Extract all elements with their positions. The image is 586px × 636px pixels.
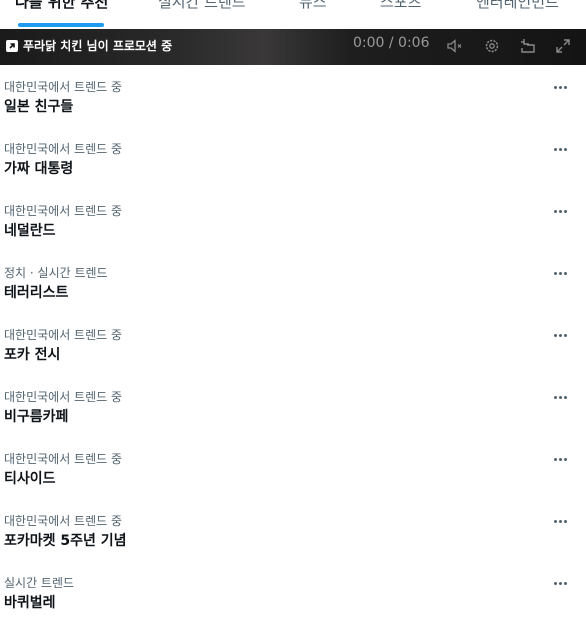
trend-name: 가짜 대통령: [4, 161, 74, 177]
trend-item[interactable]: 대한민국에서 트렌드 중 네덜란드: [0, 202, 586, 264]
trend-item[interactable]: 대한민국에서 트렌드 중 포카 전시: [0, 326, 586, 388]
trend-context: 대한민국에서 트렌드 중: [4, 390, 123, 404]
tab-for-you[interactable]: 나를 위한 추천: [15, 0, 108, 12]
trend-item[interactable]: 대한민국에서 트렌드 중 일본 친구들: [0, 78, 586, 140]
mute-icon[interactable]: [445, 36, 465, 56]
trend-name: 테러리스트: [4, 285, 69, 301]
trend-item[interactable]: 대한민국에서 트렌드 중 포카마켓 5주년 기념: [0, 512, 586, 574]
trend-context: 실시간 트렌드: [4, 576, 75, 590]
trend-context: 정치 · 실시간 트렌드: [4, 266, 108, 280]
arrow-up-right-icon: [6, 40, 18, 52]
trend-context: 대한민국에서 트렌드 중: [4, 328, 123, 342]
trend-name: 포카 전시: [4, 347, 61, 363]
trend-context: 대한민국에서 트렌드 중: [4, 514, 123, 528]
more-options-icon[interactable]: [552, 326, 570, 342]
more-options-icon[interactable]: [552, 388, 570, 404]
trend-name: 바퀴벌레: [4, 595, 56, 611]
more-options-icon[interactable]: [552, 450, 570, 466]
more-options-icon[interactable]: [552, 574, 570, 590]
promoted-by-text[interactable]: 푸라닭 치킨 님이 프로모션 중: [23, 37, 172, 54]
trend-name: 네덜란드: [4, 223, 56, 239]
trend-name: 포카마켓 5주년 기념: [4, 533, 127, 549]
tab-trending[interactable]: 실시간 트렌드: [158, 0, 246, 12]
trend-context: 대한민국에서 트렌드 중: [4, 80, 123, 94]
more-options-icon[interactable]: [552, 264, 570, 280]
more-options-icon[interactable]: [552, 512, 570, 528]
video-time: 0:00 / 0:06: [353, 35, 430, 51]
more-options-icon[interactable]: [552, 202, 570, 218]
fullscreen-icon[interactable]: [553, 36, 573, 56]
trend-context: 대한민국에서 트렌드 중: [4, 142, 123, 156]
trend-item[interactable]: 대한민국에서 트렌드 중 비구름카페: [0, 388, 586, 450]
minimize-icon[interactable]: [518, 36, 538, 56]
trend-item[interactable]: 대한민국에서 트렌드 중 티사이드: [0, 450, 586, 512]
trend-item[interactable]: 대한민국에서 트렌드 중 가짜 대통령: [0, 140, 586, 202]
trend-item[interactable]: 정치 · 실시간 트렌드 테러리스트: [0, 264, 586, 326]
trend-name: 일본 친구들: [4, 99, 74, 115]
trend-context: 대한민국에서 트렌드 중: [4, 204, 123, 218]
promoted-video-bar[interactable]: 푸라닭 치킨 님이 프로모션 중 0:00 / 0:06: [0, 29, 586, 65]
active-tab-indicator: [18, 23, 104, 27]
settings-gear-icon[interactable]: [482, 36, 502, 56]
more-options-icon[interactable]: [552, 140, 570, 156]
trend-name: 티사이드: [4, 471, 56, 487]
trend-name: 비구름카페: [4, 409, 69, 425]
trend-context: 대한민국에서 트렌드 중: [4, 452, 123, 466]
more-options-icon[interactable]: [552, 78, 570, 94]
tab-entertainment[interactable]: 엔터테인먼트: [476, 0, 559, 12]
tab-news[interactable]: 뉴스: [299, 0, 327, 12]
tab-sports[interactable]: 스포츠: [380, 0, 421, 12]
trend-item[interactable]: 실시간 트렌드 바퀴벌레: [0, 574, 586, 636]
explore-tabs: 나를 위한 추천 실시간 트렌드 뉴스 스포츠 엔터테인먼트: [0, 0, 586, 29]
